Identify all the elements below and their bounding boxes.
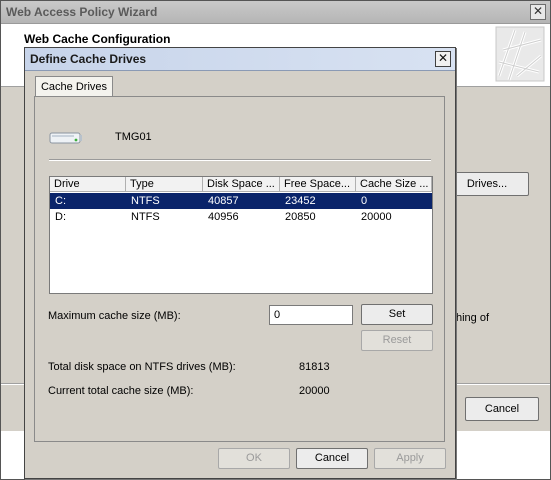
current-cache-label: Current total cache size (MB): bbox=[48, 385, 194, 397]
column-header-disk-space[interactable]: Disk Space ... bbox=[203, 177, 280, 192]
table-row[interactable]: D: NTFS 40956 20850 20000 bbox=[50, 209, 432, 225]
wizard-close-icon[interactable]: ✕ bbox=[530, 4, 546, 20]
max-cache-input[interactable]: 0 bbox=[269, 305, 353, 325]
wizard-titlebar[interactable]: Web Access Policy Wizard ✕ bbox=[1, 1, 550, 24]
column-header-drive[interactable]: Drive bbox=[50, 177, 126, 192]
define-cache-drives-dialog: Define Cache Drives ✕ Cache Drives TMG01… bbox=[24, 47, 456, 479]
wizard-page-title: Web Cache Configuration bbox=[24, 32, 171, 46]
server-name: TMG01 bbox=[115, 131, 152, 143]
dialog-title: Define Cache Drives bbox=[30, 52, 147, 66]
drives-list-header: Drive Type Disk Space ... Free Space... … bbox=[50, 177, 432, 193]
column-header-cache-size[interactable]: Cache Size ... bbox=[356, 177, 432, 192]
reset-button[interactable]: Reset bbox=[361, 330, 433, 351]
wizard-title: Web Access Policy Wizard bbox=[6, 5, 158, 19]
column-header-type[interactable]: Type bbox=[126, 177, 203, 192]
cell-disk-space: 40857 bbox=[208, 195, 239, 207]
drives-list[interactable]: Drive Type Disk Space ... Free Space... … bbox=[49, 176, 433, 294]
apply-button[interactable]: Apply bbox=[374, 448, 446, 469]
cell-drive: D: bbox=[55, 211, 66, 223]
server-icon bbox=[49, 132, 82, 144]
tab-cache-drives[interactable]: Cache Drives bbox=[35, 76, 113, 97]
cell-free-space: 20850 bbox=[285, 211, 316, 223]
cancel-button[interactable]: Cancel bbox=[296, 448, 368, 469]
cell-type: NTFS bbox=[131, 211, 160, 223]
set-button[interactable]: Set bbox=[361, 304, 433, 325]
cell-type: NTFS bbox=[131, 195, 160, 207]
wizard-cancel-button[interactable]: Cancel bbox=[465, 397, 539, 421]
total-disk-label: Total disk space on NTFS drives (MB): bbox=[48, 361, 236, 373]
max-cache-label: Maximum cache size (MB): bbox=[48, 310, 181, 322]
column-header-free-space[interactable]: Free Space... bbox=[280, 177, 356, 192]
wizard-partial-text: hing of bbox=[456, 312, 490, 324]
drives-button[interactable]: Drives... bbox=[445, 172, 529, 196]
dialog-close-icon[interactable]: ✕ bbox=[435, 51, 451, 67]
table-row[interactable]: C: NTFS 40857 23452 0 bbox=[50, 193, 432, 209]
cell-disk-space: 40956 bbox=[208, 211, 239, 223]
current-cache-value: 20000 bbox=[299, 385, 330, 397]
separator bbox=[49, 159, 431, 161]
dialog-titlebar[interactable]: Define Cache Drives ✕ bbox=[25, 48, 455, 71]
cell-drive: C: bbox=[55, 195, 66, 207]
total-disk-value: 81813 bbox=[299, 361, 330, 373]
tab-panel: TMG01 Drive Type Disk Space ... Free Spa… bbox=[34, 96, 445, 442]
wizard-logo-icon bbox=[495, 26, 545, 82]
cell-free-space: 23452 bbox=[285, 195, 316, 207]
cell-cache-size: 0 bbox=[361, 195, 368, 207]
ok-button[interactable]: OK bbox=[218, 448, 290, 469]
cell-cache-size: 20000 bbox=[361, 211, 392, 223]
